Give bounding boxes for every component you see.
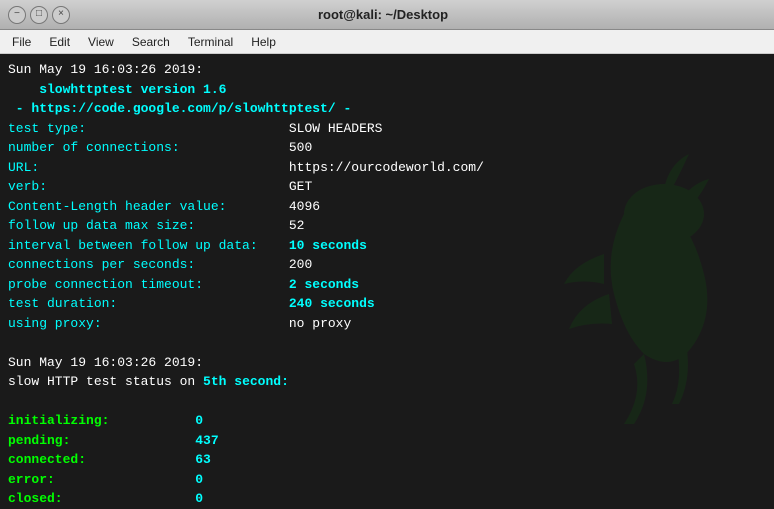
minimize-button[interactable]: − — [8, 6, 26, 24]
terminal-line-error: error: 0 — [8, 470, 766, 490]
terminal-line-duration: test duration: 240 seconds — [8, 294, 766, 314]
terminal-output[interactable]: Sun May 19 16:03:26 2019: slowhttptest v… — [0, 54, 774, 509]
terminal-line-proxy: using proxy: no proxy — [8, 314, 766, 334]
terminal-line-pending: pending: 437 — [8, 431, 766, 451]
terminal-line-connected: connected: 63 — [8, 450, 766, 470]
terminal-line-status: slow HTTP test status on 5th second: — [8, 372, 766, 392]
window-controls[interactable]: − □ × — [8, 6, 70, 24]
terminal-line-url2: URL: https://ourcodeworld.com/ — [8, 158, 766, 178]
terminal-line-probe: probe connection timeout: 2 seconds — [8, 275, 766, 295]
terminal-line-version: slowhttptest version 1.6 — [8, 80, 766, 100]
menu-search[interactable]: Search — [124, 33, 178, 51]
terminal-line-blank1 — [8, 333, 766, 353]
window-title: root@kali: ~/Desktop — [70, 7, 696, 22]
terminal-line-follow-up: follow up data max size: 52 — [8, 216, 766, 236]
menu-edit[interactable]: Edit — [41, 33, 78, 51]
terminal-line-content-length: Content-Length header value: 4096 — [8, 197, 766, 217]
menu-file[interactable]: File — [4, 33, 39, 51]
terminal-line-blank2 — [8, 392, 766, 412]
terminal-line-test-type: test type: SLOW HEADERS — [8, 119, 766, 139]
menu-help[interactable]: Help — [243, 33, 284, 51]
terminal-line-connections: number of connections: 500 — [8, 138, 766, 158]
close-button[interactable]: × — [52, 6, 70, 24]
maximize-button[interactable]: □ — [30, 6, 48, 24]
titlebar: − □ × root@kali: ~/Desktop — [0, 0, 774, 30]
terminal-line-date1: Sun May 19 16:03:26 2019: — [8, 60, 766, 80]
menu-view[interactable]: View — [80, 33, 122, 51]
menu-terminal[interactable]: Terminal — [180, 33, 241, 51]
terminal-line-date2: Sun May 19 16:03:26 2019: — [8, 353, 766, 373]
terminal-line-verb: verb: GET — [8, 177, 766, 197]
terminal-line-conn-per-sec: connections per seconds: 200 — [8, 255, 766, 275]
menubar: File Edit View Search Terminal Help — [0, 30, 774, 54]
terminal-line-interval: interval between follow up data: 10 seco… — [8, 236, 766, 256]
terminal-line-closed: closed: 0 — [8, 489, 766, 509]
terminal-line-initializing: initializing: 0 — [8, 411, 766, 431]
terminal-line-url: - https://code.google.com/p/slowhttptest… — [8, 99, 766, 119]
